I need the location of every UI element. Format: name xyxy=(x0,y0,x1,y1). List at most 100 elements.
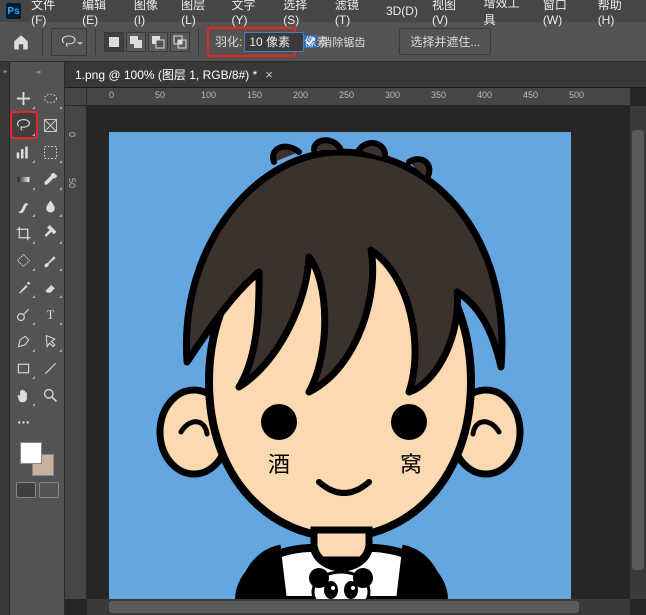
antialias-label: 消除锯齿 xyxy=(321,34,365,50)
type-tool[interactable]: T xyxy=(39,302,63,326)
edit-toolbar[interactable] xyxy=(12,410,36,434)
move-icon xyxy=(15,90,32,107)
history-brush-icon xyxy=(15,279,32,296)
menu-file[interactable]: 文件(F) xyxy=(27,0,72,29)
menu-select[interactable]: 选择(S) xyxy=(279,0,325,29)
document-tab-title: 1.png @ 100% (图层 1, RGB/8#) * xyxy=(75,66,257,83)
antialias-input[interactable] xyxy=(304,35,317,48)
patch-icon xyxy=(15,252,32,269)
selection-add-icon xyxy=(129,35,143,49)
scrollbar-thumb[interactable] xyxy=(632,130,644,570)
lasso-icon xyxy=(60,33,78,51)
menu-help[interactable]: 帮助(H) xyxy=(594,0,640,29)
menu-3d[interactable]: 3D(D) xyxy=(382,2,422,20)
shape-tool[interactable] xyxy=(12,356,36,380)
menu-view[interactable]: 视图(V) xyxy=(428,0,474,29)
menu-type[interactable]: 文字(Y) xyxy=(228,0,274,29)
dodge-tool[interactable] xyxy=(12,302,36,326)
selection-intersect[interactable] xyxy=(170,32,190,52)
lasso-tool[interactable] xyxy=(12,113,36,137)
eyedropper-tool[interactable] xyxy=(39,167,63,191)
menu-filter[interactable]: 滤镜(T) xyxy=(331,0,376,29)
line-tool[interactable] xyxy=(39,356,63,380)
foreground-color-swatch[interactable] xyxy=(20,442,42,464)
spot-heal-tool[interactable] xyxy=(39,221,63,245)
gradient-icon xyxy=(15,171,32,188)
menu-window[interactable]: 窗口(W) xyxy=(539,0,588,29)
quickmask-mode[interactable] xyxy=(39,482,59,498)
scrollbar-thumb[interactable] xyxy=(109,601,579,613)
avatar-illustration: 酒 窝 xyxy=(109,132,571,600)
quick-select-icon xyxy=(42,144,59,161)
tool-palette: T xyxy=(10,62,65,615)
color-swatches[interactable] xyxy=(20,442,54,476)
antialias-checkbox[interactable]: 消除锯齿 xyxy=(304,34,365,50)
horizontal-ruler[interactable]: 0 50 100 150 200 250 300 350 400 450 500 xyxy=(87,88,630,106)
feather-input[interactable] xyxy=(244,32,304,52)
vertical-ruler[interactable]: 0 50 xyxy=(65,106,87,599)
blur-icon xyxy=(42,198,59,215)
vertical-scrollbar[interactable] xyxy=(630,106,646,599)
gradient-tool[interactable] xyxy=(12,167,36,191)
selection-add[interactable] xyxy=(126,32,146,52)
document-tab[interactable]: 1.png @ 100% (图层 1, RGB/8#) * × xyxy=(65,62,646,88)
eyedropper-icon xyxy=(42,171,59,188)
patch-tool[interactable] xyxy=(12,248,36,272)
dodge-icon xyxy=(15,306,32,323)
standard-mode[interactable] xyxy=(16,482,36,498)
cheek-text-left: 酒 xyxy=(268,452,290,477)
magic-wand-tool[interactable] xyxy=(12,140,36,164)
blur-tool[interactable] xyxy=(39,194,63,218)
shape-icon xyxy=(15,360,32,377)
zoom-tool[interactable] xyxy=(39,383,63,407)
selection-mode-group xyxy=(104,32,190,52)
ruler-origin[interactable] xyxy=(65,88,87,106)
close-icon[interactable]: × xyxy=(265,67,273,82)
horizontal-scrollbar[interactable] xyxy=(87,599,630,615)
zoom-icon xyxy=(42,387,59,404)
selection-new[interactable] xyxy=(104,32,124,52)
svg-text:T: T xyxy=(47,307,55,321)
canvas-wrap: 0 50 100 150 200 250 300 350 400 450 500… xyxy=(65,88,646,615)
hand-icon xyxy=(15,387,32,404)
brush-tool[interactable] xyxy=(39,248,63,272)
selection-subtract[interactable] xyxy=(148,32,168,52)
screen-mode xyxy=(12,482,62,498)
selection-tool[interactable] xyxy=(39,140,63,164)
menu-edit[interactable]: 编辑(E) xyxy=(78,0,124,29)
marquee-icon xyxy=(42,90,59,107)
pen-tool[interactable] xyxy=(12,329,36,353)
menu-image[interactable]: 图像(I) xyxy=(130,0,171,29)
history-brush-tool[interactable] xyxy=(12,275,36,299)
wand-icon xyxy=(15,144,32,161)
crop-tool[interactable] xyxy=(12,221,36,245)
artboard[interactable]: 酒 窝 xyxy=(109,132,571,600)
crop-icon xyxy=(15,225,32,242)
selection-new-icon xyxy=(107,35,121,49)
canvas[interactable]: 酒 窝 xyxy=(87,106,630,599)
pen-icon xyxy=(15,333,32,350)
feather-group: 羽化: 像素 xyxy=(207,27,296,57)
marquee-tool[interactable] xyxy=(39,86,63,110)
document-area: 1.png @ 100% (图层 1, RGB/8#) * × 0 50 100… xyxy=(65,62,646,615)
path-select-tool[interactable] xyxy=(39,329,63,353)
menu-plugins[interactable]: 增效工具 xyxy=(480,0,533,30)
cheek-text-right: 窝 xyxy=(400,452,422,477)
hand-tool[interactable] xyxy=(12,383,36,407)
home-button[interactable] xyxy=(8,29,34,55)
more-icon xyxy=(15,414,32,431)
select-and-mask-button[interactable]: 选择并遮住... xyxy=(399,28,491,55)
selection-intersect-icon xyxy=(173,35,187,49)
feather-label: 羽化: xyxy=(215,33,242,50)
frame-icon xyxy=(42,117,59,134)
eraser-tool[interactable] xyxy=(39,275,63,299)
move-tool[interactable] xyxy=(12,86,36,110)
frame-tool[interactable] xyxy=(39,113,63,137)
home-icon xyxy=(12,33,30,51)
menu-layer[interactable]: 图层(L) xyxy=(177,0,221,29)
heal-icon xyxy=(42,225,59,242)
smudge-tool[interactable] xyxy=(12,194,36,218)
collapsed-panel-strip[interactable] xyxy=(0,62,10,615)
lasso-icon xyxy=(15,117,32,134)
tool-preset-picker[interactable] xyxy=(51,28,87,56)
